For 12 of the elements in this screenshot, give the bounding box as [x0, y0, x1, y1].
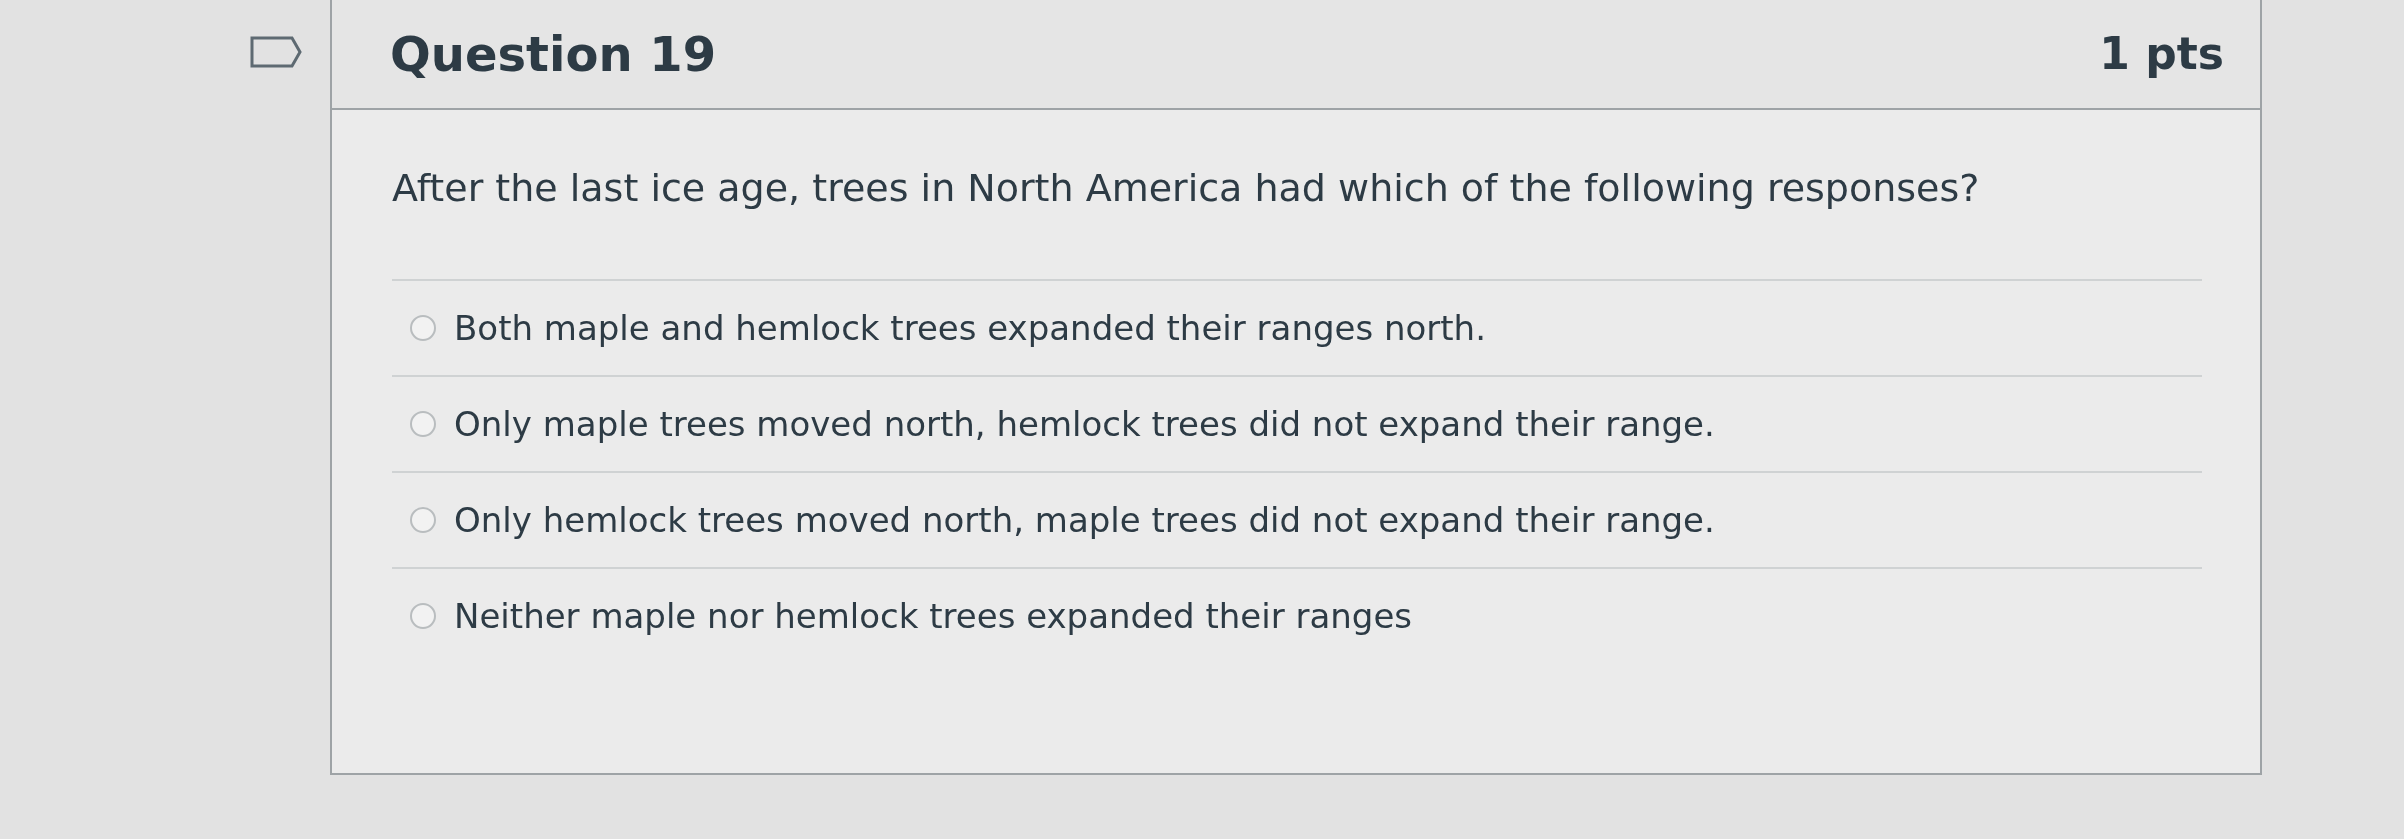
flag-icon[interactable] [250, 36, 302, 68]
question-text: After the last ice age, trees in North America had which of the following responses? [392, 165, 1981, 212]
question-title: Question 19 [390, 25, 717, 84]
answer-label[interactable]: Only hemlock trees moved north, maple trees did not expand their range. [454, 494, 1715, 546]
answer-label[interactable]: Both maple and hemlock trees expanded their ranges north. [454, 302, 1486, 354]
answer-label[interactable]: Only maple trees moved north, hemlock trees did not expand their range. [454, 398, 1715, 450]
radio-button[interactable] [410, 315, 436, 341]
radio-button[interactable] [410, 507, 436, 533]
radio-button[interactable] [410, 603, 436, 629]
answer-label[interactable]: Neither maple nor hemlock trees expanded their ranges [454, 590, 1413, 642]
points-label: 1 pts [2099, 27, 2224, 81]
radio-button[interactable] [410, 411, 436, 437]
